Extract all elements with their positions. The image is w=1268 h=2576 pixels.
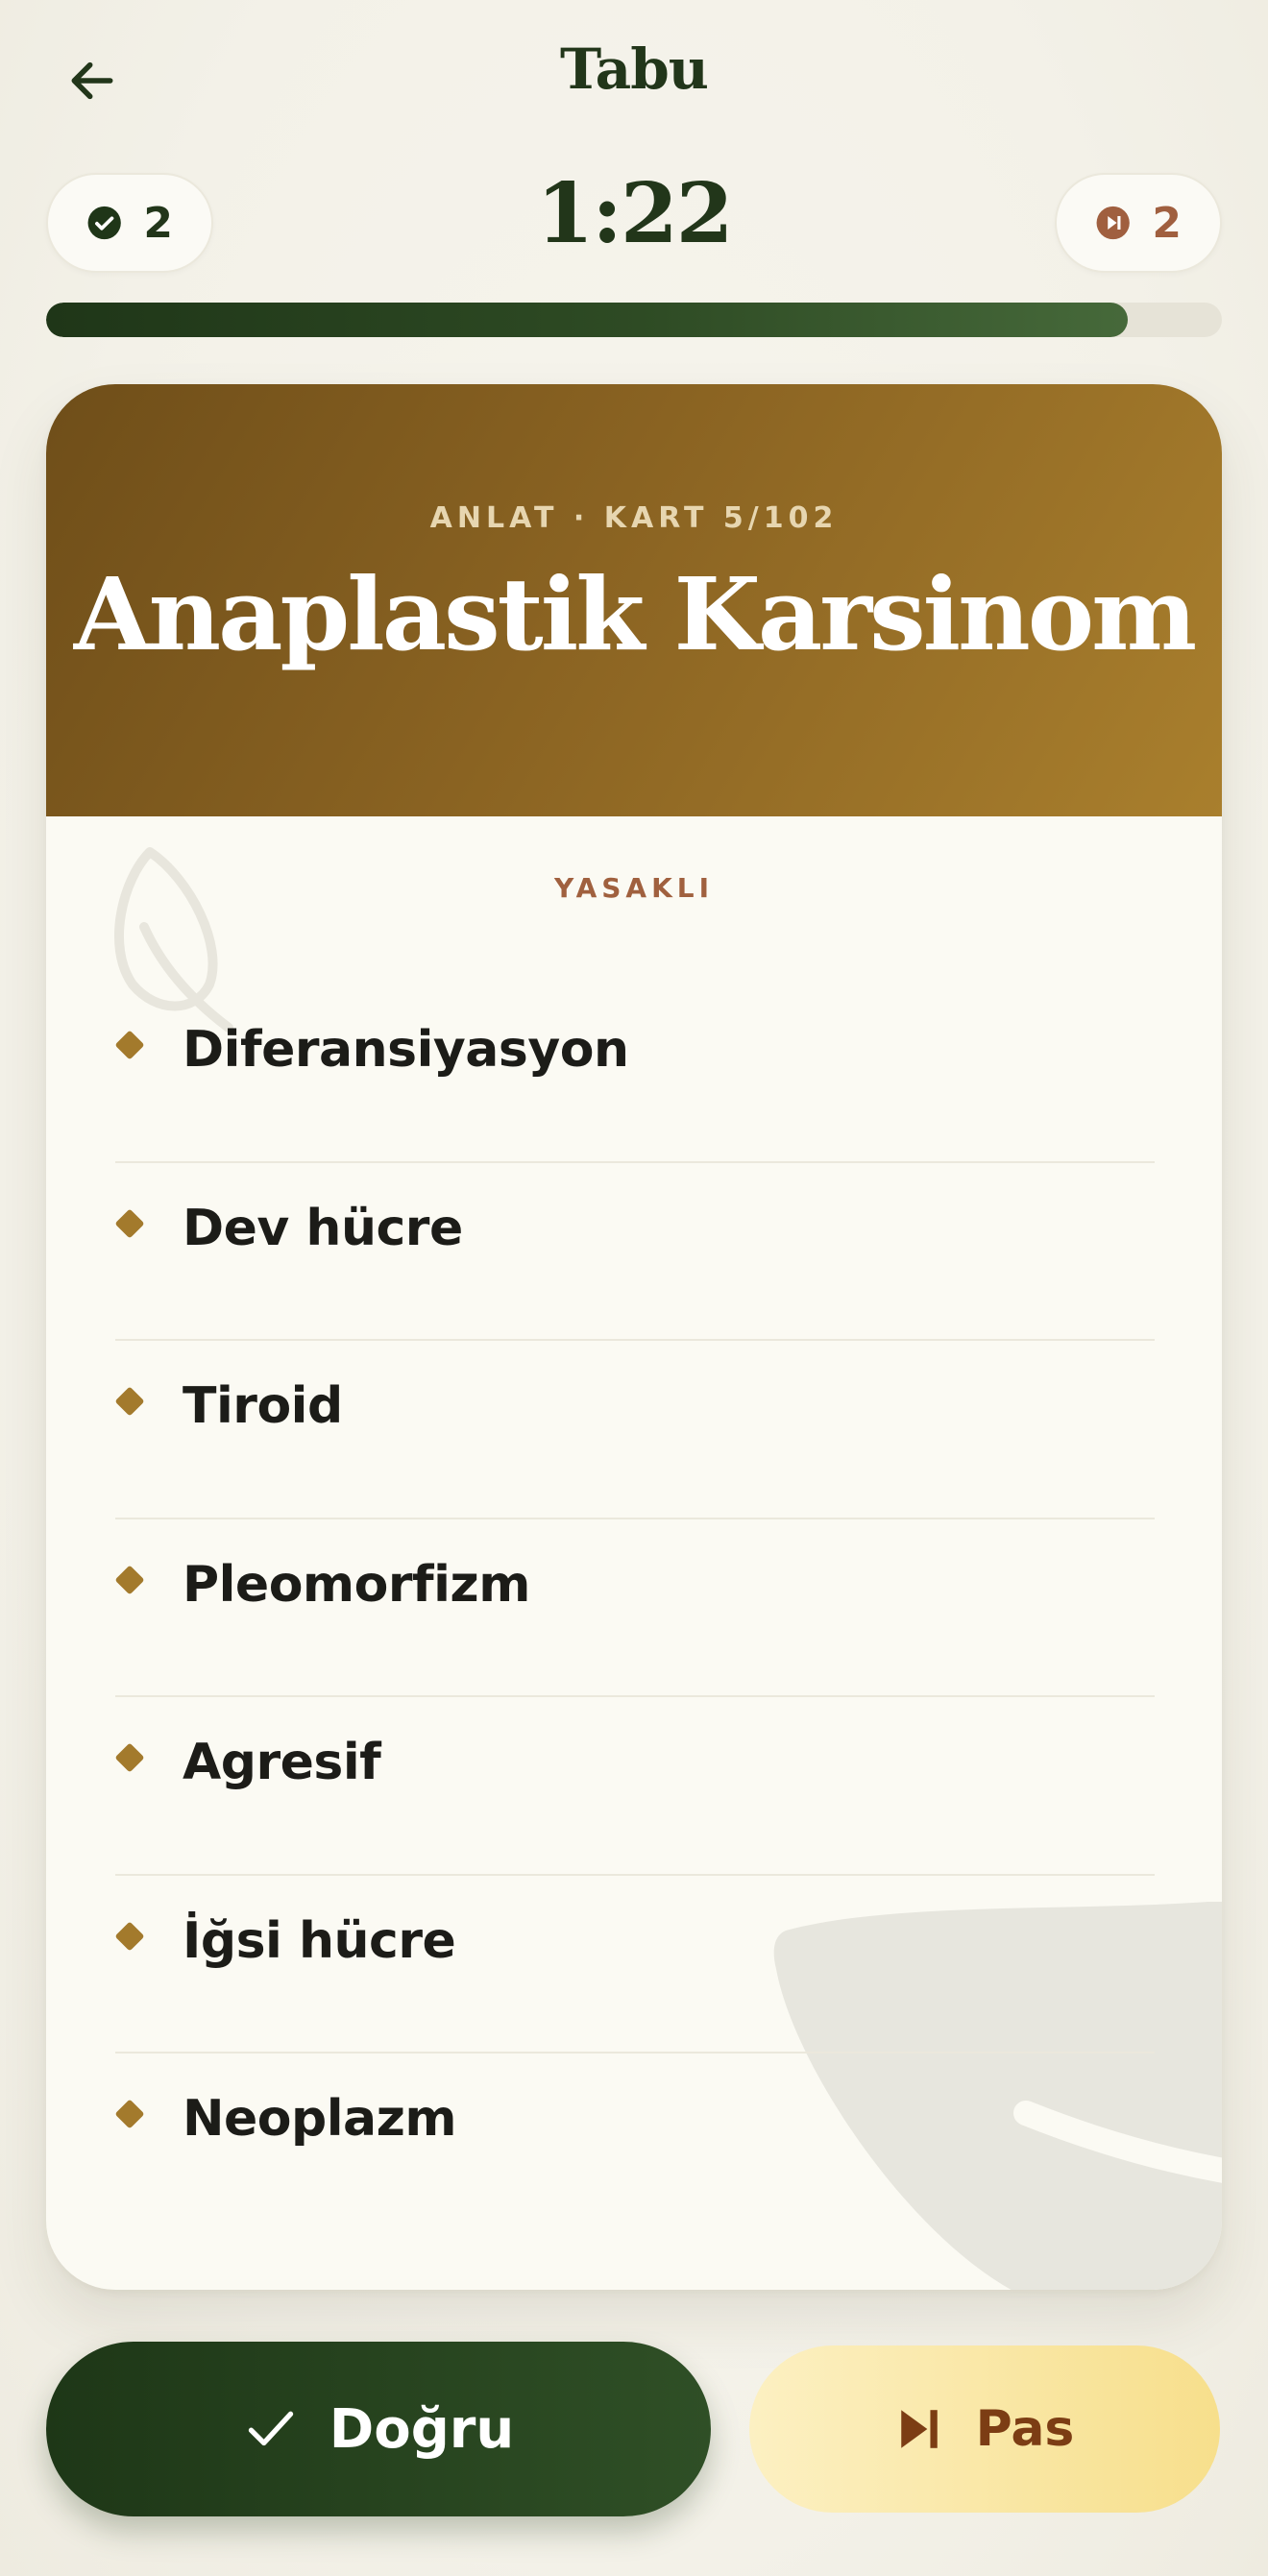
card-header: ANLAT · KART 5/102 Anaplastik Karsinom (46, 384, 1222, 816)
diamond-bullet-icon (114, 2099, 145, 2129)
time-progress-bar (46, 303, 1222, 337)
taboo-label: YASAKLI (553, 872, 715, 904)
diamond-bullet-icon (114, 1207, 145, 1239)
taboo-item: Agresif (114, 1697, 1155, 1876)
target-word: Anaplastik Karsinom (73, 555, 1197, 673)
skip-circle-icon (1096, 206, 1130, 240)
word-card: ANLAT · KART 5/102 Anaplastik Karsinom Y… (46, 384, 1222, 2290)
pass-button[interactable]: Pas (749, 2345, 1220, 2513)
diamond-bullet-icon (114, 1920, 145, 1952)
taboo-word: Pleomorfizm (183, 1555, 530, 1614)
taboo-item: İğsi hücre (114, 1876, 1155, 2054)
diamond-bullet-icon (114, 1564, 145, 1595)
time-progress-fill (46, 303, 1129, 337)
page-title: Tabu (560, 36, 709, 102)
diamond-bullet-icon (114, 1386, 145, 1417)
taboo-item: Diferansiyasyon (114, 984, 1155, 1163)
taboo-list: Diferansiyasyon Dev hücre Tiroid Pleomor… (114, 984, 1155, 2232)
card-subtitle: ANLAT · KART 5/102 (429, 501, 839, 535)
diamond-bullet-icon (114, 1030, 145, 1060)
diamond-bullet-icon (114, 1742, 145, 1773)
taboo-item: Tiroid (114, 1341, 1155, 1519)
correct-button[interactable]: Doğru (46, 2342, 711, 2516)
taboo-word: Agresif (183, 1734, 381, 1791)
taboo-item: Dev hücre (114, 1163, 1155, 1341)
taboo-word: Tiroid (183, 1377, 343, 1435)
correct-button-label: Doğru (329, 2397, 515, 2461)
skip-next-icon (900, 2410, 938, 2448)
pass-count: 2 (1152, 198, 1182, 248)
taboo-item: Pleomorfizm (114, 1519, 1155, 1697)
pass-score-badge: 2 (1055, 173, 1222, 273)
pass-button-label: Pas (975, 2400, 1075, 2458)
taboo-word: Dev hücre (183, 1199, 463, 1257)
taboo-item: Neoplazm (114, 2054, 1155, 2232)
taboo-word: İğsi hücre (183, 1911, 456, 1970)
taboo-word: Neoplazm (183, 2090, 457, 2148)
checkmark-icon (248, 2411, 293, 2446)
taboo-word: Diferansiyasyon (183, 1021, 629, 1079)
